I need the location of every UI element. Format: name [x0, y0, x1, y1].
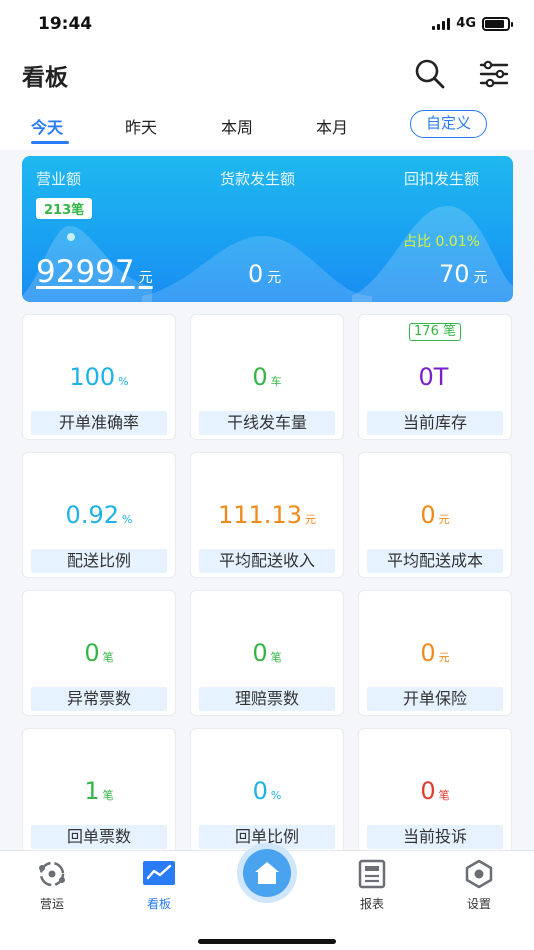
metric-card[interactable]: 176 笔 0T 当前库存 — [358, 314, 512, 440]
metric-value: 0笔 — [252, 639, 282, 667]
payment-value: 0 — [248, 260, 264, 288]
bottom-tab-bar: 营运 看板 报表 设置 — [0, 843, 534, 950]
filter-icon — [479, 60, 509, 88]
home-button[interactable] — [237, 843, 297, 903]
rebate-amount: 70 元 — [439, 260, 488, 288]
tabbar-item-settings[interactable]: 设置 — [449, 859, 509, 912]
revenue-label: 营业额 — [36, 170, 82, 188]
metric-card[interactable]: 0车 干线发车量 — [190, 314, 344, 440]
report-icon — [358, 859, 386, 889]
revenue-marker-icon — [63, 229, 79, 245]
metric-label: 回单票数 — [31, 825, 167, 849]
metric-value: 0T — [418, 363, 449, 391]
status-bar: 19:44 4G — [0, 0, 534, 48]
search-icon — [415, 59, 445, 89]
revenue-amount[interactable]: 92997 元 — [36, 254, 153, 290]
metric-label: 平均配送成本 — [367, 549, 503, 573]
home-indicator — [198, 939, 336, 944]
metric-value: 100% — [69, 363, 129, 391]
filter-button[interactable] — [476, 56, 512, 92]
home-icon — [255, 862, 279, 884]
metric-value: 0.92% — [65, 501, 133, 529]
custom-range-button[interactable]: 自定义 — [410, 110, 487, 138]
metric-label: 当前库存 — [367, 411, 503, 435]
network-type: 4G — [456, 16, 476, 31]
metric-card[interactable]: 0元 开单保险 — [358, 590, 512, 716]
metric-label: 配送比例 — [31, 549, 167, 573]
status-time: 19:44 — [38, 14, 93, 34]
metric-value: 1笔 — [84, 777, 114, 805]
payment-unit: 元 — [267, 270, 282, 286]
metric-value: 0车 — [252, 363, 282, 391]
search-button[interactable] — [412, 56, 448, 92]
tabbar-item-reports[interactable]: 报表 — [342, 859, 402, 912]
metric-card[interactable]: 0% 回单比例 — [190, 728, 344, 854]
metric-value: 0% — [252, 777, 282, 805]
metric-value: 0元 — [420, 501, 450, 529]
inventory-count-badge: 176 笔 — [409, 323, 461, 341]
settings-icon — [465, 859, 493, 889]
signal-icon — [432, 17, 451, 30]
tab-today[interactable]: 今天 — [31, 114, 63, 138]
tabbar-item-dashboard[interactable]: 看板 — [129, 859, 189, 912]
metric-label: 理赔票数 — [199, 687, 335, 711]
rebate-label: 回扣发生额 — [404, 170, 480, 188]
metric-card[interactable]: 111.13 元 平均配送收入 — [190, 452, 344, 578]
metric-label: 异常票数 — [31, 687, 167, 711]
tabbar-label: 营运 — [39, 897, 64, 911]
tab-this-month[interactable]: 本月 — [316, 114, 348, 138]
revenue-value: 92997 — [36, 254, 135, 290]
metric-card[interactable]: 100% 开单准确率 — [22, 314, 176, 440]
metric-card[interactable]: 0元 平均配送成本 — [358, 452, 512, 578]
revenue-unit: 元 — [138, 270, 153, 286]
summary-banner: 营业额 货款发生额 回扣发生额 213笔 92997 元 0元 占比 0.01% … — [22, 156, 513, 302]
payment-label: 货款发生额 — [220, 170, 296, 188]
tabbar-label: 看板 — [146, 897, 171, 911]
metric-value: 0笔 — [84, 639, 114, 667]
header: 看板 — [0, 48, 534, 100]
metric-label: 开单保险 — [367, 687, 503, 711]
status-indicators: 4G — [432, 16, 513, 31]
payment-amount: 0元 — [248, 260, 281, 288]
tabbar-item-operations[interactable]: 营运 — [22, 859, 82, 912]
active-tab-indicator — [31, 141, 69, 144]
metric-card[interactable]: 0.92% 配送比例 — [22, 452, 176, 578]
metric-card[interactable]: 1笔 回单票数 — [22, 728, 176, 854]
dashboard-icon — [143, 861, 175, 885]
period-tabs: 今天 昨天 本周 本月 自定义 — [0, 100, 534, 150]
tabbar-label: 报表 — [359, 897, 384, 911]
metric-card[interactable]: 0笔 异常票数 — [22, 590, 176, 716]
tab-this-week[interactable]: 本周 — [221, 114, 253, 138]
metric-card[interactable]: 0笔 理赔票数 — [190, 590, 344, 716]
metric-value: 0元 — [420, 639, 450, 667]
metric-label: 平均配送收入 — [199, 549, 335, 573]
rebate-unit: 元 — [473, 270, 488, 286]
metric-label: 开单准确率 — [31, 411, 167, 435]
metric-value: 111.13 元 — [218, 501, 316, 529]
order-count-badge: 213笔 — [36, 198, 93, 219]
rebate-value: 70 — [439, 260, 470, 288]
metric-value: 0笔 — [420, 777, 450, 805]
page-title: 看板 — [22, 65, 68, 91]
metric-label: 当前投诉 — [367, 825, 503, 849]
battery-icon — [482, 16, 513, 31]
tab-yesterday[interactable]: 昨天 — [125, 114, 157, 138]
operations-icon — [39, 861, 65, 887]
metric-label: 干线发车量 — [199, 411, 335, 435]
tabbar-label: 设置 — [466, 897, 491, 911]
rebate-ratio: 占比 0.01% — [403, 234, 480, 250]
metric-card[interactable]: 0笔 当前投诉 — [358, 728, 512, 854]
